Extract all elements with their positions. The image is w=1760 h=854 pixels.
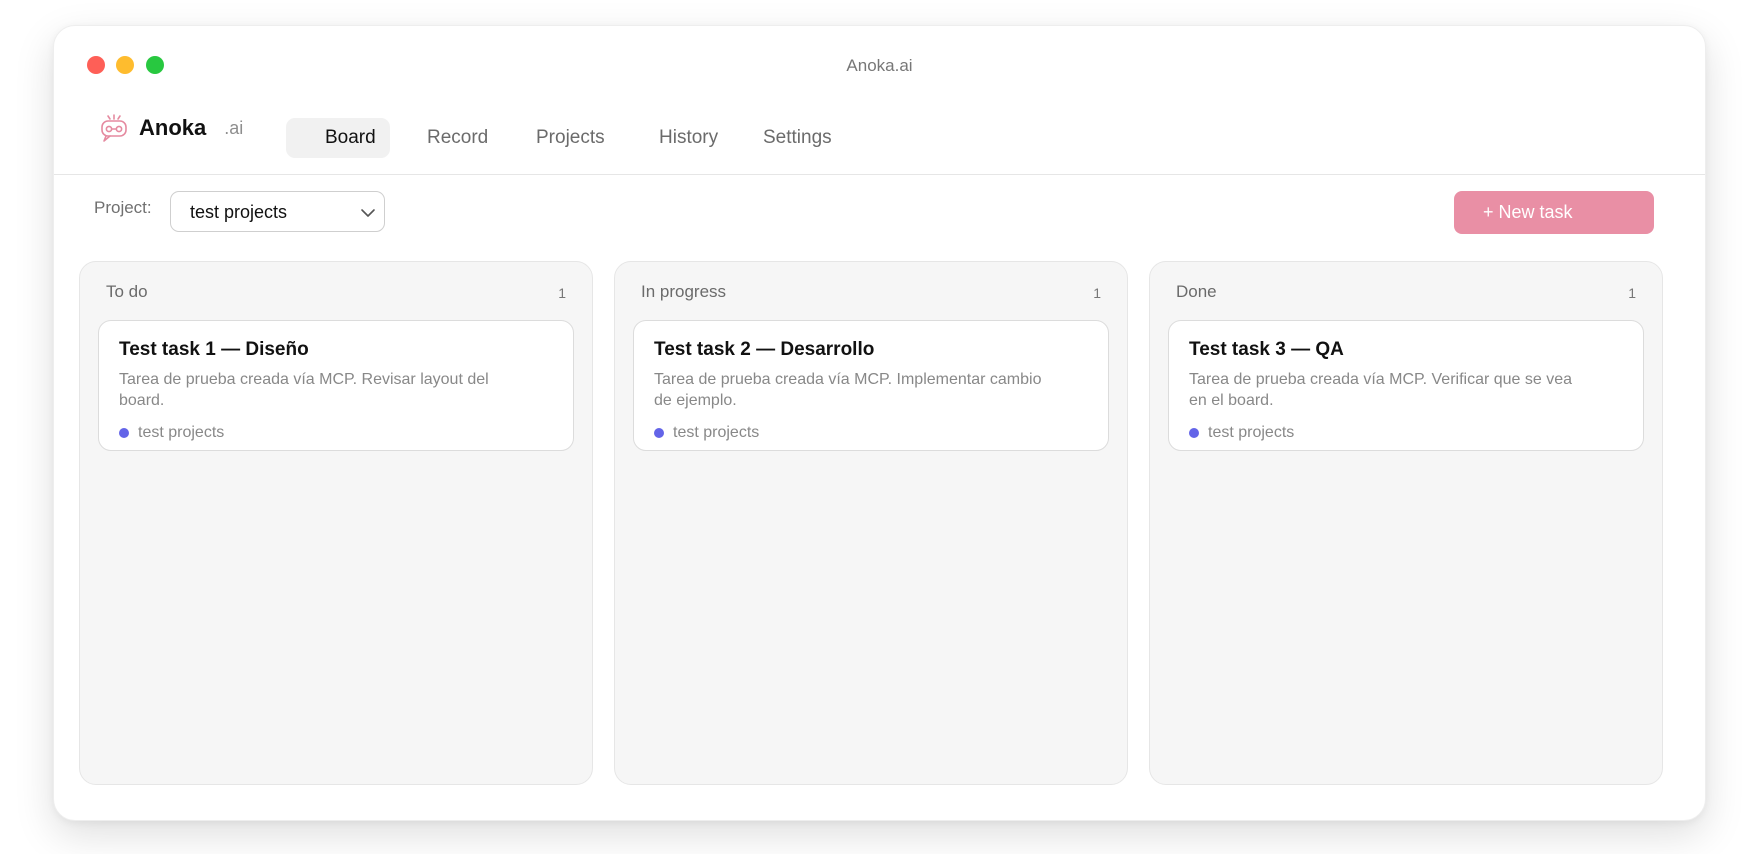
project-dot-icon [654,428,664,438]
robot-logo-icon [101,114,127,142]
tab-history[interactable]: History [659,118,718,158]
column-title: To do [106,282,148,301]
chevron-down-icon [361,209,375,217]
column-title: In progress [641,282,727,301]
task-project-tag: test projects [1189,423,1294,443]
project-dot-icon [119,428,129,438]
column-todo: To do 1 Test task 1 — Diseño Tarea de pr… [79,261,593,785]
tab-projects[interactable]: Projects [536,118,605,158]
column-in-progress: In progress 1 Test task 2 — Desarrollo T… [614,261,1128,785]
top-bar: Anoka .ai Board Record Projects History … [54,100,1705,175]
task-project-label: test projects [1208,424,1295,441]
task-description: Tarea de prueba creada vía MCP. Revisar … [119,371,489,409]
column-count: 1 [558,285,566,301]
tab-record[interactable]: Record [427,118,488,158]
window-title: Anoka.ai [846,56,913,75]
project-select-value: test projects [190,202,288,222]
app-window: Anoka.ai Anoka .ai Board Record Projects… [53,25,1706,821]
brand-name: Anoka [139,115,207,140]
new-task-button[interactable]: + New task [1454,191,1654,234]
task-card[interactable]: Test task 2 — Desarrollo Tarea de prueba… [633,320,1109,451]
task-title: Test task 1 — Diseño [119,339,309,360]
brand: Anoka .ai [98,100,243,156]
task-card[interactable]: Test task 3 — QA Tarea de prueba creada … [1168,320,1644,451]
column-count: 1 [1093,285,1101,301]
column-title: Done [1176,282,1217,301]
project-dot-icon [1189,428,1199,438]
tab-settings[interactable]: Settings [763,118,832,158]
task-title: Test task 2 — Desarrollo [654,339,875,360]
column-done: Done 1 Test task 3 — QA Tarea de prueba … [1149,261,1663,785]
task-description: Tarea de prueba creada vía MCP. Verifica… [1189,371,1573,409]
task-project-label: test projects [673,424,760,441]
task-description: Tarea de prueba creada vía MCP. Implemen… [654,371,1042,409]
project-select[interactable]: test projects [170,191,385,232]
column-count: 1 [1628,285,1636,301]
task-project-label: test projects [138,424,225,441]
brand-suffix: .ai [224,117,244,138]
tab-board[interactable]: Board [286,118,390,158]
task-title: Test task 3 — QA [1189,339,1344,360]
project-label: Project: [94,198,152,217]
task-project-tag: test projects [119,423,224,443]
task-project-tag: test projects [654,423,759,443]
task-card[interactable]: Test task 1 — Diseño Tarea de prueba cre… [98,320,574,451]
